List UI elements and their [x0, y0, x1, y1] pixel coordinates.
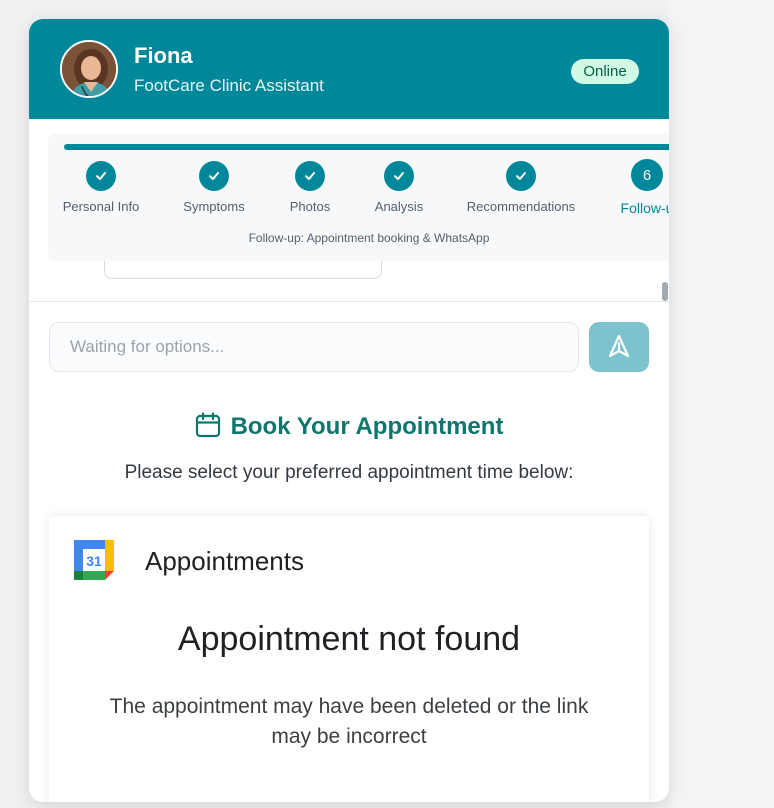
- send-icon: [605, 332, 633, 363]
- scrollbar-thumb[interactable]: [662, 282, 668, 301]
- step-caption: Follow-up: Appointment booking & WhatsAp…: [248, 231, 490, 245]
- gcal-logo-number: 31: [86, 553, 102, 569]
- check-icon: [506, 161, 536, 191]
- check-icon: [384, 161, 414, 191]
- progress-bar: [64, 144, 669, 150]
- step-number: 6: [631, 159, 663, 191]
- booking-title-text: Book Your Appointment: [230, 413, 504, 440]
- progress-tracker: Personal Info Symptoms Photos Analysis R…: [48, 133, 669, 261]
- step-label: Analysis: [374, 199, 424, 214]
- embed-error-text: The appointment may have been deleted or…: [109, 695, 589, 748]
- avatar-image: [62, 42, 116, 96]
- message-input[interactable]: [49, 322, 579, 372]
- step-label: Personal Info: [62, 199, 140, 214]
- chat-messages[interactable]: Personal Info Symptoms Photos Analysis R…: [29, 119, 669, 301]
- send-button[interactable]: [589, 322, 649, 372]
- agent-role: FootCare Clinic Assistant: [134, 76, 324, 95]
- agent-name: Fiona: [134, 43, 193, 68]
- chat-widget: Fiona FootCare Clinic Assistant Online P…: [29, 19, 669, 802]
- step-label: Recommendations: [466, 199, 576, 214]
- step-personal-info: Personal Info: [41, 161, 161, 214]
- check-icon: [199, 161, 229, 191]
- calendar-embed: 31 Appointments Appointment not found Th…: [49, 516, 649, 802]
- embed-app-name: Appointments: [145, 546, 304, 576]
- check-icon: [86, 161, 116, 191]
- status-badge: Online: [571, 59, 639, 84]
- divider: [29, 301, 669, 302]
- booking-subtitle: Please select your preferred appointment…: [124, 462, 574, 483]
- avatar: [60, 40, 118, 98]
- check-icon: [295, 161, 325, 191]
- chat-header: Fiona FootCare Clinic Assistant Online: [29, 19, 669, 119]
- google-calendar-logo: 31: [74, 540, 114, 585]
- right-background: [669, 0, 774, 808]
- booking-title: Book Your Appointment: [29, 412, 669, 445]
- step-label: Follow-u: [620, 200, 669, 216]
- step-recommendations: Recommendations: [461, 161, 581, 214]
- step-follow-up: 6 Follow-u: [587, 159, 669, 216]
- step-analysis: Analysis: [339, 161, 459, 214]
- calendar-icon: [195, 412, 221, 445]
- embed-error-title: Appointment not found: [177, 620, 521, 658]
